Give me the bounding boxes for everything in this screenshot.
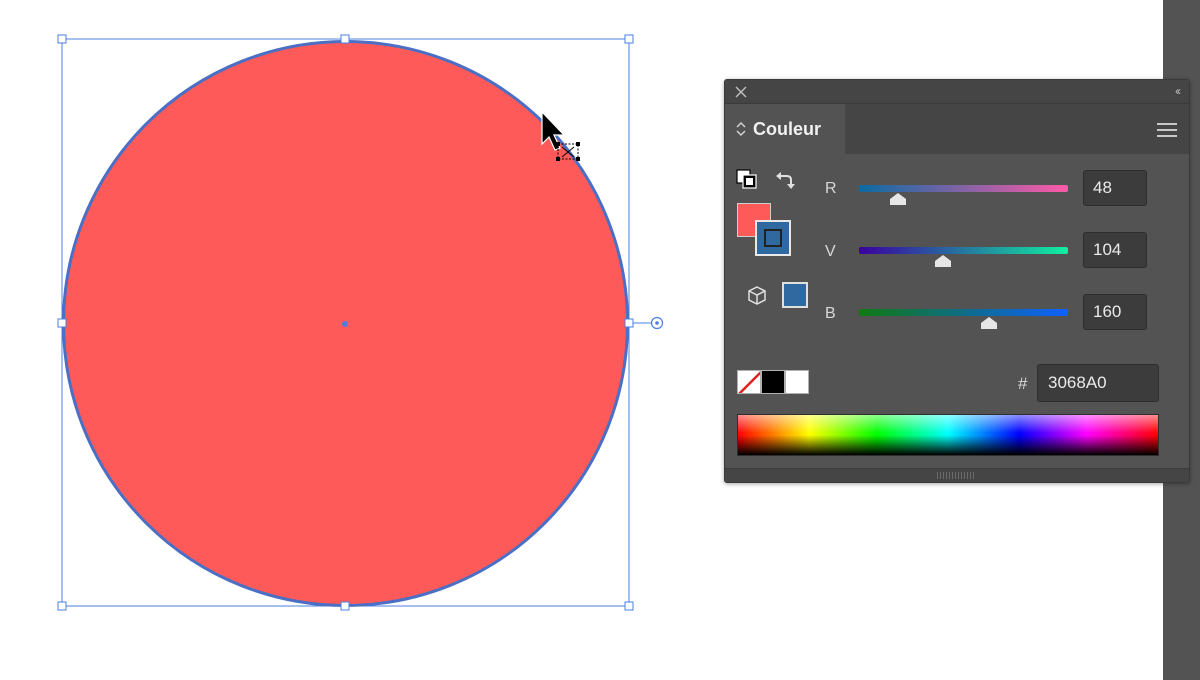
b-label: B	[825, 305, 836, 322]
r-label: R	[825, 180, 837, 197]
panel-tab-row: Couleur	[725, 104, 1189, 154]
default-fill-stroke-icon[interactable]	[736, 169, 758, 189]
handle-middle-right	[624, 318, 634, 328]
stroke-swatch[interactable]	[755, 220, 791, 256]
b-slider-track[interactable]	[859, 309, 1068, 316]
hex-input[interactable]: 3068A0	[1037, 364, 1159, 402]
tab-label: Couleur	[753, 118, 822, 139]
hamburger-menu-icon[interactable]	[1157, 123, 1177, 137]
handle-bottom-right	[624, 601, 634, 611]
panel-title-bar[interactable]: ‹‹	[725, 80, 1189, 104]
hex-hash-label: #	[1018, 374, 1028, 393]
b-value-input[interactable]: 160	[1083, 294, 1147, 330]
none-slash-icon	[738, 371, 760, 393]
v-slider-thumb[interactable]	[934, 255, 952, 267]
handle-top-right	[624, 34, 634, 44]
handle-bottom-center	[340, 601, 350, 611]
handle-middle-left	[57, 318, 67, 328]
panel-resize-bar[interactable]	[725, 468, 1189, 482]
handle-bottom-left	[57, 601, 67, 611]
b-slider-thumb[interactable]	[980, 317, 998, 329]
v-slider-track[interactable]	[859, 247, 1068, 254]
v-label: V	[825, 243, 836, 260]
black-swatch[interactable]	[761, 370, 785, 394]
v-value-input[interactable]: 104	[1083, 232, 1147, 268]
r-value-input[interactable]: 48	[1083, 170, 1147, 206]
out-of-gamut-cube-icon[interactable]	[746, 285, 768, 307]
white-swatch[interactable]	[785, 370, 809, 394]
handle-top-left	[57, 34, 67, 44]
color-panel: ‹‹ Couleur R 48 V 104 B 160 # 3068A0	[724, 79, 1190, 483]
center-point	[342, 321, 348, 327]
none-swatch[interactable]	[737, 370, 761, 394]
collapse-icon[interactable]: ‹‹	[1175, 84, 1181, 98]
color-spectrum-ramp[interactable]	[737, 414, 1159, 456]
swap-fill-stroke-icon[interactable]	[773, 168, 797, 192]
handle-top-center	[340, 34, 350, 44]
resize-grip[interactable]	[937, 472, 975, 479]
r-slider-track[interactable]	[859, 185, 1068, 192]
close-icon[interactable]	[734, 85, 748, 99]
web-safe-swatch[interactable]	[782, 282, 808, 308]
tab-couleur[interactable]: Couleur	[725, 104, 845, 154]
up-down-arrows-icon	[736, 121, 746, 137]
r-slider-thumb[interactable]	[889, 193, 907, 205]
